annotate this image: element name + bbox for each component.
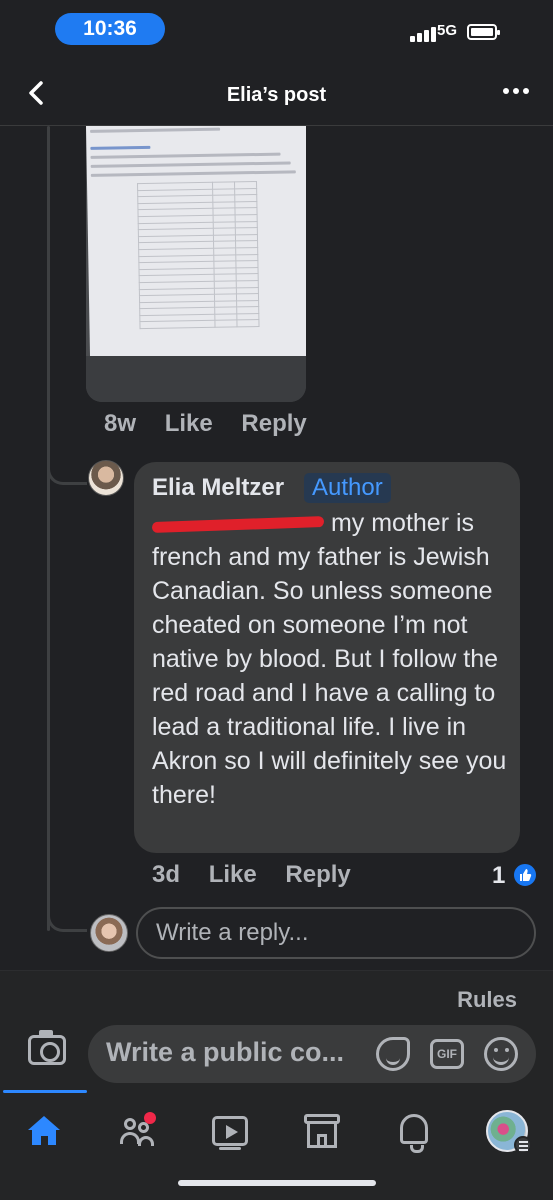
nav-home[interactable] <box>20 1110 70 1154</box>
current-user-avatar <box>90 914 128 952</box>
comment-author-name[interactable]: Elia Meltzer <box>152 474 284 502</box>
more-dots-icon <box>503 88 529 94</box>
nav-watch[interactable] <box>206 1110 256 1154</box>
thread-connector <box>47 900 87 932</box>
comment-text: my mother is french and my father is Jew… <box>152 506 512 812</box>
comment-age: 8w <box>104 410 137 437</box>
thumbs-up-icon[interactable] <box>512 862 538 888</box>
public-comment-input[interactable]: Write a public co... GIF <box>88 1025 536 1083</box>
page-title: Elia’s post <box>226 84 327 106</box>
nav-marketplace[interactable] <box>298 1110 348 1154</box>
comment-actions: 3d Like Reply <box>152 861 373 889</box>
comment-actions: 8w Like Reply <box>104 410 329 438</box>
reply-button[interactable]: Reply <box>241 410 306 437</box>
status-bar: 10:36 5G <box>0 0 553 60</box>
nav-active-indicator <box>3 1090 87 1093</box>
nav-friends[interactable] <box>114 1110 164 1154</box>
sticker-icon[interactable] <box>376 1037 410 1071</box>
friends-icon <box>120 1112 156 1148</box>
comment-photo-attachment[interactable] <box>86 126 306 402</box>
avatar[interactable] <box>88 460 124 496</box>
author-badge: Author <box>304 473 391 503</box>
nav-notifications[interactable] <box>390 1110 440 1154</box>
notification-dot <box>144 1112 156 1124</box>
public-comment-placeholder: Write a public co... <box>106 1037 345 1067</box>
menu-icon <box>514 1136 532 1154</box>
nav-menu[interactable] <box>482 1110 532 1154</box>
home-icon <box>28 1116 60 1145</box>
bell-icon <box>400 1114 428 1153</box>
camera-icon[interactable] <box>28 1030 66 1065</box>
marketplace-icon <box>304 1114 340 1148</box>
reply-input[interactable]: Write a reply... <box>136 907 536 959</box>
comment-body: my mother is french and my father is Jew… <box>152 509 507 809</box>
top-bar: Elia’s post <box>0 62 553 126</box>
comment-bubble[interactable]: Elia Meltzer Author my mother is french … <box>134 462 520 853</box>
emoji-icon[interactable] <box>484 1037 518 1071</box>
comment-composer: Rules Write a public co... GIF <box>0 970 553 1090</box>
redacted-mention <box>152 511 324 537</box>
thread-connector <box>47 455 87 485</box>
comment-age: 3d <box>152 861 181 888</box>
home-indicator <box>178 1180 376 1186</box>
video-icon <box>212 1116 248 1150</box>
status-time: 10:36 <box>55 13 165 45</box>
reaction-count[interactable]: 1 <box>492 862 505 890</box>
network-label: 5G <box>437 22 458 39</box>
like-button[interactable]: Like <box>165 410 213 437</box>
rules-link[interactable]: Rules <box>457 987 517 1013</box>
thread-line <box>47 126 50 931</box>
gif-icon[interactable]: GIF <box>430 1039 464 1069</box>
signal-icon <box>410 22 440 42</box>
battery-icon <box>467 24 500 40</box>
like-button[interactable]: Like <box>209 861 257 888</box>
more-options-button[interactable] <box>501 80 531 104</box>
document-photo <box>86 126 306 376</box>
reply-button[interactable]: Reply <box>285 861 350 888</box>
photo-shadow <box>86 356 306 402</box>
